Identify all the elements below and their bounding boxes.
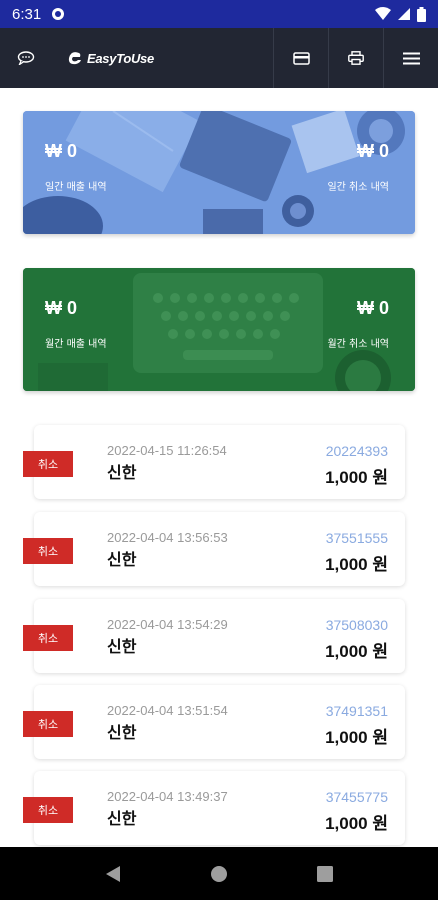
transaction-bank: 신한 <box>107 463 137 482</box>
cancel-badge: 취소 <box>23 711 73 737</box>
monthly-cancel-amount: ₩ 0 <box>356 298 389 318</box>
approval-number: 20224393 <box>325 443 388 459</box>
daily-summary-card: ₩ 0 일간 매출 내역 ₩ 0 일간 취소 내역 <box>23 111 415 234</box>
approval-number: 37491351 <box>325 703 388 719</box>
cancel-badge: 취소 <box>23 451 73 477</box>
transaction-datetime: 2022-04-04 13:51:54 <box>107 703 228 718</box>
print-button[interactable] <box>328 28 383 88</box>
transaction-bank: 신한 <box>107 723 137 742</box>
home-icon[interactable] <box>210 865 228 883</box>
approval-number: 37551555 <box>325 530 388 546</box>
back-icon[interactable] <box>105 865 121 883</box>
transaction-item[interactable]: 취소 2022-04-04 13:49:37 신한 37455775 1,000… <box>23 771 405 845</box>
transaction-amount: 1,000 원 <box>325 814 388 833</box>
cancel-badge: 취소 <box>23 625 73 651</box>
status-icons <box>375 6 426 22</box>
transaction-bank: 신한 <box>107 637 137 656</box>
app-bar-actions <box>273 28 438 88</box>
transaction-bank: 신한 <box>107 550 137 569</box>
printer-icon <box>348 51 364 65</box>
battery-icon <box>417 6 426 22</box>
chat-icon <box>17 51 35 65</box>
monthly-sales-amount: ₩ 0 <box>45 298 78 318</box>
card-icon <box>292 51 310 65</box>
app-bar: EasyToUse <box>0 28 438 88</box>
status-bar: 6:31 <box>0 0 438 28</box>
transaction-item[interactable]: 취소 2022-04-04 13:54:29 신한 37508030 1,000… <box>23 599 405 673</box>
daily-sales-label: 일간 매출 내역 <box>45 182 107 193</box>
menu-icon <box>402 52 420 64</box>
transaction-item[interactable]: 취소 2022-04-15 11:26:54 신한 20224393 1,000… <box>23 425 405 499</box>
status-time: 6:31 <box>12 5 42 23</box>
daily-cancel-label: 일간 취소 내역 <box>327 182 389 193</box>
approval-number: 37508030 <box>325 617 388 633</box>
transaction-amount: 1,000 원 <box>325 728 388 747</box>
daily-cancel-amount: ₩ 0 <box>356 141 389 161</box>
chat-button[interactable] <box>0 28 52 88</box>
menu-button[interactable] <box>383 28 438 88</box>
cancel-badge: 취소 <box>23 538 73 564</box>
daily-sales-amount: ₩ 0 <box>45 141 78 161</box>
signal-icon <box>398 8 410 20</box>
monthly-sales-label: 월간 매출 내역 <box>45 339 107 350</box>
monthly-cancel-label: 월간 취소 내역 <box>327 339 389 350</box>
cancel-badge: 취소 <box>23 797 73 823</box>
transaction-amount: 1,000 원 <box>325 642 388 661</box>
transaction-amount: 1,000 원 <box>325 468 388 487</box>
system-navigation-bar <box>0 847 438 900</box>
transaction-datetime: 2022-04-15 11:26:54 <box>107 443 227 458</box>
card-button[interactable] <box>273 28 328 88</box>
approval-number: 37455775 <box>325 789 388 805</box>
transaction-datetime: 2022-04-04 13:54:29 <box>107 617 228 632</box>
transaction-item[interactable]: 취소 2022-04-04 13:51:54 신한 37491351 1,000… <box>23 685 405 759</box>
transaction-amount: 1,000 원 <box>325 555 388 574</box>
desk-photo-background <box>23 111 415 234</box>
transaction-bank: 신한 <box>107 809 137 828</box>
brand-logo: EasyToUse <box>66 49 154 67</box>
transaction-datetime: 2022-04-04 13:49:37 <box>107 789 228 804</box>
transaction-item[interactable]: 취소 2022-04-04 13:56:53 신한 37551555 1,000… <box>23 512 405 586</box>
brand-name: EasyToUse <box>87 50 154 66</box>
recents-icon[interactable] <box>317 865 334 882</box>
monthly-summary-card: ₩ 0 월간 매출 내역 ₩ 0 월간 취소 내역 <box>23 268 415 391</box>
typewriter-photo-background <box>23 268 415 391</box>
logo-icon <box>68 52 81 65</box>
wifi-icon <box>375 7 391 20</box>
transaction-datetime: 2022-04-04 13:56:53 <box>107 530 228 545</box>
notification-icon <box>52 8 65 20</box>
